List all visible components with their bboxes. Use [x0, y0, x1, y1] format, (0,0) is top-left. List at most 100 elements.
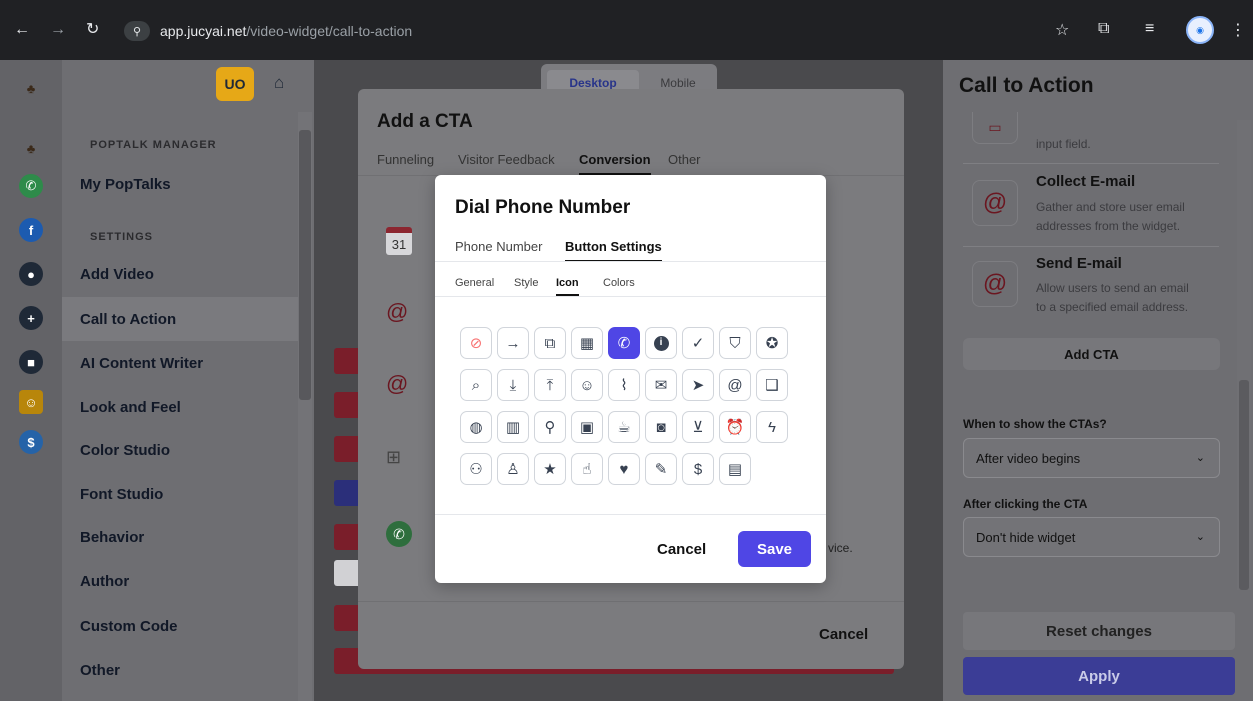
- bookmark-star-icon[interactable]: ☆: [1055, 20, 1069, 40]
- tab-conversion[interactable]: Conversion: [579, 152, 651, 175]
- chart-icon[interactable]: ▤: [719, 453, 751, 485]
- star-icon[interactable]: ★: [534, 453, 566, 485]
- globe-icon[interactable]: ◍: [460, 411, 492, 443]
- sidebar-item-look-and-feel[interactable]: Look and Feel: [80, 399, 181, 416]
- card-send-email-title[interactable]: Send E-mail: [1036, 255, 1122, 272]
- subtab-icon[interactable]: Icon: [556, 277, 579, 296]
- card-collect-email-title[interactable]: Collect E-mail: [1036, 173, 1135, 190]
- sidebar-item-my-poptalks[interactable]: My PopTalks: [80, 176, 171, 193]
- apply-button[interactable]: Apply: [963, 657, 1235, 695]
- calendar-icon[interactable]: ▦: [571, 327, 603, 359]
- profile-avatar[interactable]: ◉: [1186, 16, 1214, 44]
- right-panel-scrollbar-thumb[interactable]: [1239, 380, 1249, 590]
- info-icon[interactable]: i: [645, 327, 677, 359]
- phone-icon[interactable]: ✆: [608, 327, 640, 359]
- cancel-button[interactable]: Cancel: [657, 541, 706, 558]
- arrow-right-icon[interactable]: →: [497, 327, 529, 359]
- cancel-button[interactable]: Cancel: [819, 626, 868, 643]
- alarm-icon[interactable]: ⏰: [719, 411, 751, 443]
- shield-check-icon[interactable]: ⛉: [719, 327, 751, 359]
- whatsapp-icon[interactable]: ✆: [19, 174, 43, 198]
- tabs-divider: [435, 261, 826, 262]
- sidebar-item-other[interactable]: Other: [80, 662, 120, 679]
- thumbs-up-icon[interactable]: ☝: [571, 453, 603, 485]
- external-link-icon[interactable]: ⧉: [534, 327, 566, 359]
- send-icon[interactable]: ➤: [682, 369, 714, 401]
- after-clicking-select[interactable]: Don't hide widget ⌄: [963, 517, 1220, 557]
- forward-icon[interactable]: →: [50, 22, 66, 38]
- sidebar-item-author[interactable]: Author: [80, 573, 129, 590]
- when-to-show-select[interactable]: After video begins ⌄: [963, 438, 1220, 478]
- dollar-app-icon[interactable]: $: [19, 430, 43, 454]
- square-app-icon[interactable]: ■: [19, 350, 43, 374]
- reset-changes-button[interactable]: Reset changes: [963, 612, 1235, 650]
- phone-icon[interactable]: ✆: [386, 521, 412, 547]
- sidebar-item-add-video[interactable]: Add Video: [80, 266, 154, 283]
- search-icon[interactable]: ⌕: [460, 369, 492, 401]
- sidebar-item-custom-code[interactable]: Custom Code: [80, 618, 178, 635]
- camera-icon[interactable]: ◙: [645, 411, 677, 443]
- at-sign-icon[interactable]: @: [972, 261, 1018, 307]
- save-button[interactable]: Save: [738, 531, 811, 567]
- home-icon[interactable]: ⌂: [274, 73, 284, 93]
- sidebar-item-call-to-action[interactable]: Call to Action: [80, 311, 176, 328]
- subtab-general[interactable]: General: [455, 277, 494, 289]
- tab-visitor-feedback[interactable]: Visitor Feedback: [458, 152, 555, 167]
- tab-button-settings[interactable]: Button Settings: [565, 239, 662, 262]
- check-icon[interactable]: ✓: [682, 327, 714, 359]
- envelope-icon[interactable]: ✉: [645, 369, 677, 401]
- dial-phone-title: Dial Phone Number: [455, 197, 631, 218]
- at-icon[interactable]: @: [719, 369, 751, 401]
- users-icon[interactable]: ⚇: [460, 453, 492, 485]
- badge-check-icon[interactable]: ✪: [756, 327, 788, 359]
- extensions-icon[interactable]: ⧉: [1098, 20, 1109, 38]
- bolt-icon[interactable]: ϟ: [756, 411, 788, 443]
- at-sign-icon[interactable]: @: [972, 180, 1018, 226]
- sidebar-item-color-studio[interactable]: Color Studio: [80, 442, 170, 459]
- add-cta-button[interactable]: Add CTA: [963, 338, 1220, 370]
- image-icon[interactable]: ▣: [571, 411, 603, 443]
- tab-phone-number[interactable]: Phone Number: [455, 239, 542, 254]
- plus-app-icon[interactable]: +: [19, 306, 43, 330]
- text-field-icon[interactable]: ⊞: [386, 447, 401, 468]
- at-sign-icon[interactable]: @: [386, 299, 408, 325]
- coffee-icon[interactable]: ☕: [608, 411, 640, 443]
- mascot-app-icon[interactable]: ☺: [19, 390, 43, 414]
- sidebar-item-ai-content-writer[interactable]: AI Content Writer: [80, 355, 203, 372]
- paperclip-icon[interactable]: ⌇: [608, 369, 640, 401]
- upload-icon[interactable]: ⤒: [534, 369, 566, 401]
- map-pin-icon[interactable]: ⚲: [534, 411, 566, 443]
- map-icon[interactable]: ▥: [497, 411, 529, 443]
- user-app-icon[interactable]: ●: [19, 262, 43, 286]
- tab-other[interactable]: Other: [668, 152, 701, 167]
- subtab-colors[interactable]: Colors: [603, 277, 635, 289]
- back-icon[interactable]: ←: [14, 22, 30, 38]
- shopping-cart-icon[interactable]: ⊻: [682, 411, 714, 443]
- smile-icon[interactable]: ☺: [571, 369, 603, 401]
- sidebar-item-font-studio[interactable]: Font Studio: [80, 486, 163, 503]
- after-clicking-label: After clicking the CTA: [963, 497, 1088, 511]
- sidebar-item-behavior[interactable]: Behavior: [80, 529, 144, 546]
- after-clicking-value: Don't hide widget: [976, 529, 1076, 545]
- browser-menu-icon[interactable]: ⋮: [1230, 20, 1246, 40]
- none-icon[interactable]: ⊘: [460, 327, 492, 359]
- at-sign-icon[interactable]: @: [386, 371, 408, 397]
- address-bar[interactable]: ⚲ app.jucyai.net /video-widget/call-to-a…: [124, 16, 1253, 46]
- brand-logo-icon[interactable]: ♣: [19, 76, 43, 100]
- magic-wand-icon[interactable]: ✎: [645, 453, 677, 485]
- download-icon[interactable]: ⤓: [497, 369, 529, 401]
- user-initials-badge[interactable]: UO: [216, 67, 254, 101]
- reload-icon[interactable]: ↻: [86, 22, 99, 38]
- heart-icon[interactable]: ♥: [608, 453, 640, 485]
- facebook-icon[interactable]: f: [19, 218, 43, 242]
- subtab-style[interactable]: Style: [514, 277, 538, 289]
- site-settings-icon[interactable]: ⚲: [124, 21, 150, 41]
- dollar-icon[interactable]: $: [682, 453, 714, 485]
- media-control-icon[interactable]: ≡: [1145, 20, 1154, 38]
- tab-funneling[interactable]: Funneling: [377, 152, 434, 167]
- user-icon[interactable]: ♙: [497, 453, 529, 485]
- book-open-icon[interactable]: ❑: [756, 369, 788, 401]
- brand-logo-small-icon[interactable]: ♣: [19, 136, 43, 160]
- sidebar-scrollbar-thumb[interactable]: [299, 130, 311, 400]
- calendar-icon[interactable]: 31: [386, 227, 412, 255]
